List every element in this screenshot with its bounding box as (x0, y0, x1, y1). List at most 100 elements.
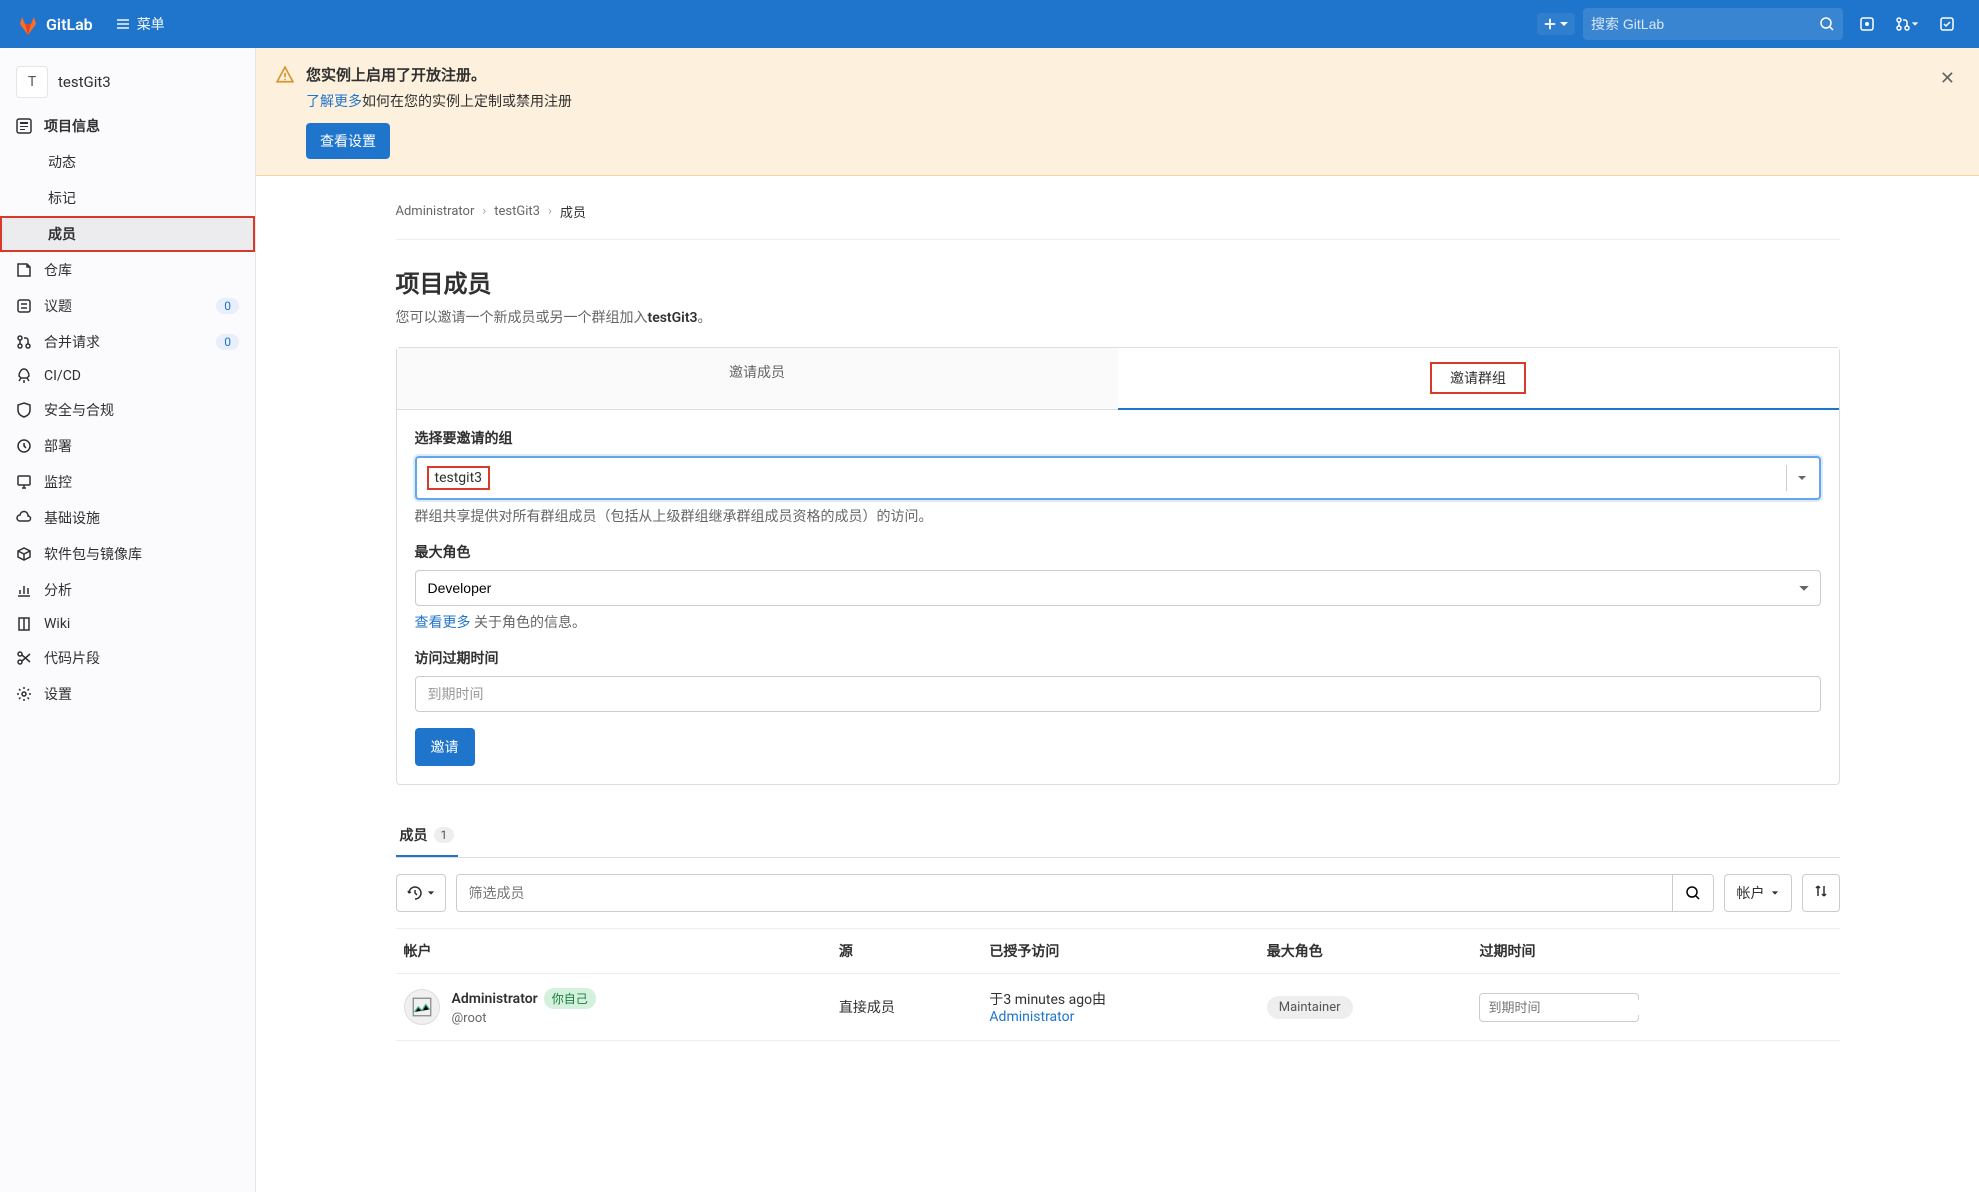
sidebar-item-analytics[interactable]: 分析 (0, 572, 255, 608)
issues-shortcut[interactable] (1851, 8, 1883, 40)
filter-history-button[interactable] (396, 874, 446, 912)
info-icon (16, 118, 32, 134)
breadcrumb-item[interactable]: Administrator (396, 204, 475, 219)
cloud-icon (16, 510, 32, 526)
sidebar-item-merge-requests[interactable]: 合并请求 0 (0, 324, 255, 360)
col-expiry: 过期时间 (1471, 929, 1839, 974)
menu-button[interactable]: 菜单 (105, 8, 175, 40)
sidebar-item-label: CI/CD (44, 368, 81, 384)
sidebar-subitem-activity[interactable]: 动态 (0, 144, 255, 180)
warning-icon (276, 66, 294, 84)
registration-alert: 您实例上启用了开放注册。 了解更多如何在您的实例上定制或禁用注册 查看设置 ✕ (256, 48, 1979, 176)
members-tabs: 成员 1 (396, 815, 1840, 858)
sidebar-item-security[interactable]: 安全与合规 (0, 392, 255, 428)
sidebar-item-project-info[interactable]: 项目信息 (0, 108, 255, 144)
alert-close-button[interactable]: ✕ (1936, 64, 1959, 93)
issues-badge: 0 (216, 298, 239, 314)
tab-invite-group[interactable]: 邀请群组 (1118, 348, 1839, 410)
expiry-field[interactable] (1479, 993, 1639, 1022)
monitor-icon (16, 474, 32, 490)
project-name: testGit3 (58, 73, 111, 91)
sidebar-item-label: 监控 (44, 472, 72, 492)
sidebar-item-packages[interactable]: 软件包与镜像库 (0, 536, 255, 572)
view-settings-button[interactable]: 查看设置 (306, 123, 390, 159)
sidebar-item-label: 项目信息 (44, 116, 100, 136)
col-account: 帐户 (396, 929, 831, 974)
group-dropdown-toggle[interactable] (1786, 465, 1817, 491)
sidebar-item-issues[interactable]: 议题 0 (0, 288, 255, 324)
breadcrumb-current: 成员 (560, 202, 586, 221)
sidebar-item-deploy[interactable]: 部署 (0, 428, 255, 464)
gitlab-icon (16, 12, 40, 36)
search-icon (1685, 885, 1701, 901)
sidebar-item-label: Wiki (44, 616, 70, 632)
sidebar-item-label: 代码片段 (44, 648, 100, 668)
issue-icon (1859, 16, 1875, 32)
sidebar-item-settings[interactable]: 设置 (0, 676, 255, 712)
chart-icon (16, 582, 32, 598)
merge-requests-shortcut[interactable] (1891, 8, 1923, 40)
sidebar-subitem-labels[interactable]: 标记 (0, 180, 255, 216)
group-select[interactable]: testgit3 (415, 456, 1821, 500)
plus-icon (1543, 17, 1557, 31)
sidebar-item-infrastructure[interactable]: 基础设施 (0, 500, 255, 536)
broken-image-icon (412, 997, 432, 1017)
scissors-icon (16, 650, 32, 666)
filter-input[interactable] (457, 875, 1672, 911)
chevron-down-icon (1797, 473, 1807, 483)
members-count-badge: 1 (434, 827, 455, 843)
todos-shortcut[interactable] (1931, 8, 1963, 40)
alert-text: 了解更多如何在您的实例上定制或禁用注册 (306, 91, 1924, 111)
breadcrumb-sep: › (548, 204, 552, 219)
members-tab[interactable]: 成员 1 (396, 815, 459, 857)
chevron-down-icon (1771, 889, 1779, 897)
filter-search-button[interactable] (1672, 875, 1713, 911)
sort-dropdown[interactable]: 帐户 (1724, 874, 1792, 912)
sidebar-subitem-members[interactable]: 成员 (0, 216, 255, 252)
gitlab-logo[interactable]: GitLab (16, 12, 93, 36)
alert-link[interactable]: 了解更多 (306, 94, 362, 110)
member-granted: 于3 minutes ago由 Administrator (981, 974, 1258, 1041)
sidebar-item-snippets[interactable]: 代码片段 (0, 640, 255, 676)
expiry-input[interactable] (415, 676, 1821, 712)
breadcrumb-sep: › (482, 204, 486, 219)
sidebar-item-cicd[interactable]: CI/CD (0, 360, 255, 392)
breadcrumb: Administrator › testGit3 › 成员 (396, 192, 1840, 240)
chevron-down-icon (1911, 20, 1919, 28)
col-source: 源 (831, 929, 982, 974)
create-dropdown[interactable] (1537, 13, 1575, 35)
granted-by-link[interactable]: Administrator (989, 1009, 1074, 1025)
search-box[interactable] (1583, 8, 1843, 40)
tab-invite-member[interactable]: 邀请成员 (397, 348, 1118, 410)
alert-title: 您实例上启用了开放注册。 (306, 64, 1924, 85)
hamburger-icon (115, 16, 131, 32)
col-granted: 已授予访问 (981, 929, 1258, 974)
package-icon (16, 546, 32, 562)
role-badge: Maintainer (1267, 996, 1353, 1019)
sidebar: T testGit3 项目信息 动态 标记 成员 仓库 议题 0 合并请求 0 … (0, 48, 256, 1192)
sidebar-item-wiki[interactable]: Wiki (0, 608, 255, 640)
row-expiry-input[interactable] (1488, 1000, 1664, 1015)
role-help: 查看更多 关于角色的信息。 (415, 612, 1821, 632)
chevron-down-icon (1559, 19, 1569, 29)
sort-direction-button[interactable] (1802, 874, 1840, 912)
sidebar-item-repository[interactable]: 仓库 (0, 252, 255, 288)
breadcrumb-item[interactable]: testGit3 (494, 204, 540, 219)
role-select[interactable]: Developer (415, 570, 1821, 606)
sidebar-item-label: 软件包与镜像库 (44, 544, 142, 564)
topbar: GitLab 菜单 (0, 0, 1979, 48)
role-help-link[interactable]: 查看更多 (415, 615, 471, 631)
project-header[interactable]: T testGit3 (0, 56, 255, 108)
sidebar-item-label: 议题 (44, 296, 72, 316)
merge-icon (1895, 16, 1911, 32)
table-row: Administrator 你自己 @root 直接成员 于3 minutes … (396, 974, 1840, 1041)
search-input[interactable] (1591, 16, 1819, 32)
sidebar-item-monitor[interactable]: 监控 (0, 464, 255, 500)
rocket-icon (16, 368, 32, 384)
sidebar-item-label: 标记 (48, 188, 76, 208)
project-avatar: T (16, 66, 48, 98)
filter-row: 帐户 (396, 874, 1840, 912)
invite-button[interactable]: 邀请 (415, 728, 475, 766)
history-icon (407, 885, 423, 901)
shield-icon (16, 402, 32, 418)
